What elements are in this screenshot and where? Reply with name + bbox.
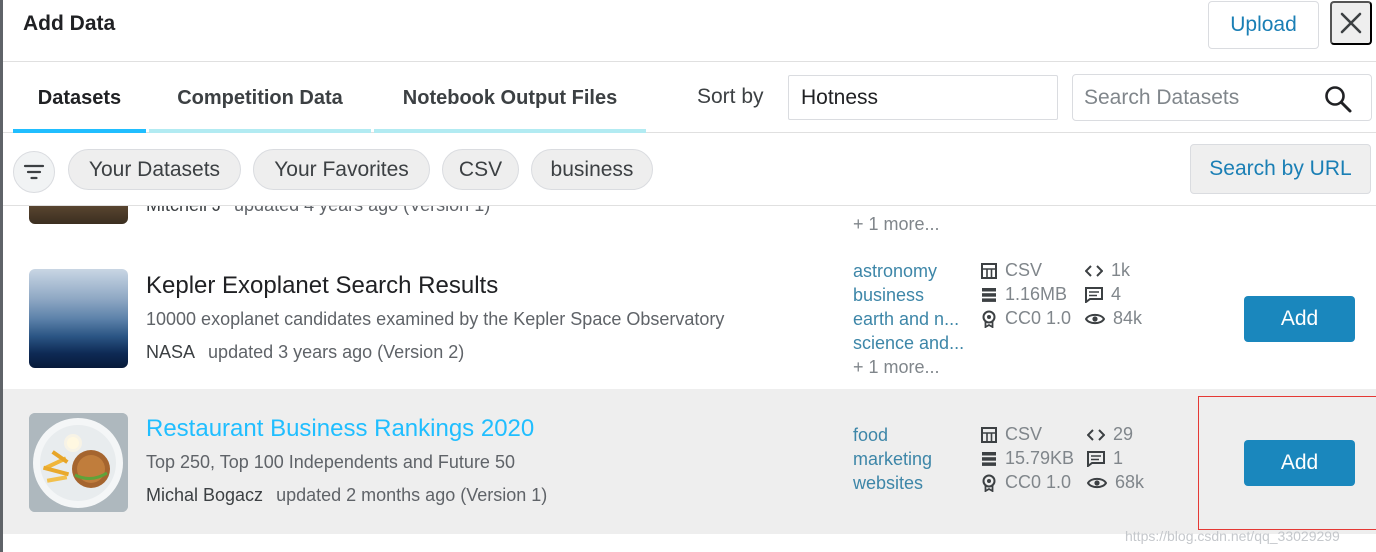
tab-indicator: [13, 129, 146, 133]
views-stat: 84k: [1085, 308, 1142, 329]
comment-icon: [1085, 286, 1103, 303]
close-icon: [1340, 12, 1362, 34]
dataset-thumbnail: [29, 413, 128, 512]
dataset-owner: NASA: [146, 342, 196, 362]
code-icon: [1085, 264, 1103, 277]
dataset-tags: food marketing websites: [853, 423, 932, 495]
tag[interactable]: science and...: [853, 331, 964, 355]
tag[interactable]: marketing: [853, 447, 932, 471]
tag[interactable]: astronomy: [853, 259, 964, 283]
table-icon: [981, 262, 997, 279]
dialog-title: Add Data: [23, 12, 116, 35]
tab-label: Notebook Output Files: [402, 86, 618, 109]
discussions-stat: 1: [1087, 448, 1123, 469]
tab-datasets[interactable]: Datasets: [13, 63, 146, 133]
tab-notebook-output-files[interactable]: Notebook Output Files: [374, 63, 646, 133]
tag-more[interactable]: + 1 more...: [853, 355, 964, 379]
dataset-thumbnail: [29, 269, 128, 368]
dataset-subtitle: Top 250, Top 100 Independents and Future…: [146, 452, 515, 472]
license-stat: CC0 1.0: [981, 308, 1071, 329]
views-stat: 68k: [1087, 472, 1144, 493]
discussions-stat: 4: [1085, 284, 1121, 305]
dataset-row[interactable]: Mitchell J updated 4 years ago (Version …: [3, 206, 1376, 246]
file-type-stat: CSV: [981, 260, 1042, 281]
annotation-highlight-box: [1198, 396, 1376, 530]
storage-icon: [982, 451, 996, 466]
add-button[interactable]: Add: [1244, 296, 1355, 342]
dataset-subtitle: 10000 exoplanet candidates examined by t…: [146, 309, 725, 329]
tag[interactable]: business: [853, 283, 964, 307]
dataset-row-highlighted[interactable]: Restaurant Business Rankings 2020 Top 25…: [3, 389, 1376, 534]
sort-label: Sort by: [697, 85, 764, 108]
code-icon: [1087, 428, 1105, 441]
dataset-title[interactable]: Restaurant Business Rankings 2020: [146, 415, 534, 443]
eye-icon: [1085, 313, 1105, 324]
search-input[interactable]: [1084, 83, 1314, 113]
tab-competition-data[interactable]: Competition Data: [149, 63, 371, 133]
tab-label: Datasets: [37, 86, 122, 109]
storage-icon: [982, 287, 996, 302]
filter-icon: [23, 164, 45, 180]
license-badge-icon: [982, 474, 996, 492]
tab-indicator: [374, 129, 646, 133]
dataset-title[interactable]: Kepler Exoplanet Search Results: [146, 272, 498, 300]
comment-icon: [1087, 450, 1105, 467]
dataset-thumbnail: [29, 206, 128, 224]
dataset-meta: NASA updated 3 years ago (Version 2): [146, 342, 464, 363]
dataset-owner: Mitchell J: [146, 206, 221, 215]
tag[interactable]: websites: [853, 471, 932, 495]
search-by-url-button[interactable]: Search by URL: [1190, 144, 1371, 194]
filter-button[interactable]: [13, 151, 55, 193]
file-type-stat: CSV: [981, 424, 1042, 445]
chip-csv[interactable]: CSV: [442, 149, 519, 190]
size-stat: 1.16MB: [981, 284, 1067, 305]
burger-plate-image: [29, 413, 128, 512]
size-stat: 15.79KB: [981, 448, 1074, 469]
license-badge-icon: [982, 310, 996, 328]
search-icon[interactable]: [1323, 84, 1353, 114]
upload-button[interactable]: Upload: [1208, 1, 1319, 49]
dataset-tags: astronomy business earth and n... scienc…: [853, 259, 964, 379]
notebooks-stat: 1k: [1085, 260, 1130, 281]
tag-more[interactable]: + 1 more...: [853, 212, 940, 236]
tag[interactable]: food: [853, 423, 932, 447]
dataset-owner: Michal Bogacz: [146, 485, 264, 505]
chip-business[interactable]: business: [531, 149, 653, 190]
filter-row: Your Datasets Your Favorites CSV busines…: [3, 134, 1376, 206]
search-box: [1072, 74, 1372, 121]
tab-label: Competition Data: [177, 86, 343, 109]
table-icon: [981, 426, 997, 443]
tag[interactable]: earth and n...: [853, 307, 964, 331]
dataset-row[interactable]: Kepler Exoplanet Search Results 10000 ex…: [3, 246, 1376, 389]
eye-icon: [1087, 477, 1107, 488]
tabs-row: Datasets Competition Data Notebook Outpu…: [3, 63, 1376, 133]
dialog-header: Add Data Upload: [3, 0, 1376, 62]
dataset-meta: Michal Bogacz updated 2 months ago (Vers…: [146, 485, 547, 506]
dataset-tags: + 1 more...: [853, 212, 940, 236]
chip-your-favorites[interactable]: Your Favorites: [253, 149, 430, 190]
dataset-list: Mitchell J updated 4 years ago (Version …: [3, 206, 1376, 552]
close-button[interactable]: [1330, 1, 1372, 45]
dataset-updated: updated 3 years ago (Version 2): [208, 342, 465, 362]
chip-your-datasets[interactable]: Your Datasets: [68, 149, 241, 190]
license-stat: CC0 1.0: [981, 472, 1071, 493]
notebooks-stat: 29: [1087, 424, 1133, 445]
dataset-updated: updated 2 months ago (Version 1): [276, 485, 548, 505]
dataset-meta: Mitchell J updated 4 years ago (Version …: [146, 206, 490, 216]
dataset-updated: updated 4 years ago (Version 1): [234, 206, 490, 215]
tab-indicator: [149, 129, 371, 133]
sort-select[interactable]: Hotness: [788, 75, 1058, 120]
watermark: https://blog.csdn.net/qq_33029299: [1125, 528, 1340, 544]
